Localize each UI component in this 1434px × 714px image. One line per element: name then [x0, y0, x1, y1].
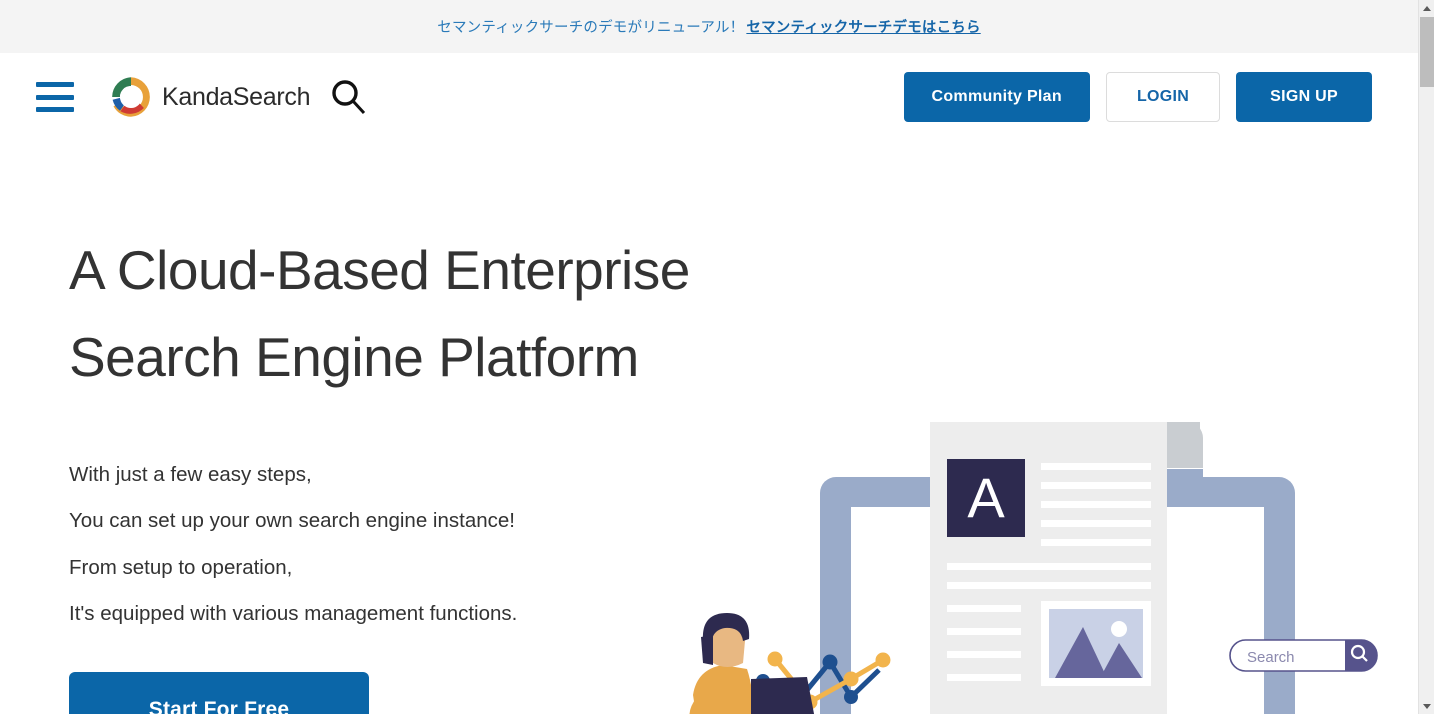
community-plan-button[interactable]: Community Plan [903, 72, 1090, 122]
signup-button[interactable]: SIGN UP [1236, 72, 1372, 122]
brand-name: KandaSearch [162, 82, 311, 111]
scroll-up-arrow-icon[interactable] [1419, 0, 1434, 16]
page-title: A Cloud-Based Enterprise Search Engine P… [69, 227, 1418, 402]
hamburger-icon[interactable] [36, 82, 74, 112]
hamburger-bar [36, 82, 74, 87]
hero-title-line-1: A Cloud-Based Enterprise [69, 239, 690, 301]
hero-body-line: It's equipped with various management fu… [69, 602, 518, 626]
browser-viewport: セマンティックサーチのデモがリニューアル！ セマンティックサーチデモはこちら K… [0, 0, 1418, 714]
hamburger-bar [36, 94, 74, 100]
brand-logo-link[interactable]: KandaSearch [108, 74, 311, 120]
scroll-down-arrow-icon[interactable] [1419, 698, 1434, 714]
hero-description: With just a few easy steps, You can set … [69, 452, 1418, 638]
announcement-message: セマンティックサーチのデモがリニューアル！ [437, 20, 745, 36]
hamburger-bar [36, 107, 74, 112]
site-header: KandaSearch Community Plan LOGIN SIGN UP [0, 53, 1418, 141]
hero-section: A Cloud-Based Enterprise Search Engine P… [0, 227, 1418, 714]
search-icon[interactable] [328, 77, 368, 117]
announcement-banner: セマンティックサーチのデモがリニューアル！ セマンティックサーチデモはこちら [0, 0, 1418, 53]
vertical-scrollbar[interactable] [1418, 0, 1434, 714]
hero-body-line: With just a few easy steps, [69, 462, 312, 486]
line-chart-icon [756, 651, 891, 710]
scroll-thumb[interactable] [1420, 17, 1434, 87]
login-button[interactable]: LOGIN [1105, 72, 1221, 122]
illustration-search-placeholder: Search [1247, 649, 1295, 666]
announcement-link[interactable]: セマンティックサーチデモはこちら [746, 16, 980, 37]
hero-body-line: You can set up your own search engine in… [69, 509, 515, 533]
kandasearch-logo-icon [112, 77, 150, 117]
hero-title-line-2: Search Engine Platform [69, 326, 639, 389]
start-for-free-button[interactable]: Start For Free [69, 671, 369, 714]
illustration-search-pill: Search [1229, 639, 1378, 672]
hero-body-line: From setup to operation, [69, 555, 293, 579]
page-root: セマンティックサーチのデモがリニューアル！ セマンティックサーチデモはこちら K… [0, 0, 1434, 714]
